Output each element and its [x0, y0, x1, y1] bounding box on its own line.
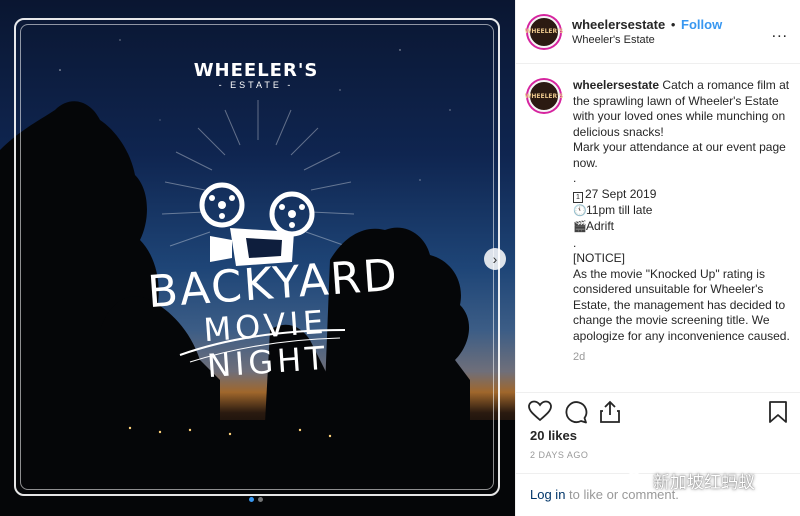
header-line: wheelersestate • Follow	[572, 17, 722, 32]
next-image-button[interactable]: ›	[484, 248, 506, 270]
separator-dot: •	[670, 17, 676, 32]
carousel-dot-active	[249, 497, 254, 502]
watermark-text: 新加坡红蚂蚁	[653, 473, 755, 492]
action-section: 20 likes 2 DAYS AGO Log in to like or co…	[516, 392, 800, 516]
comment-icon[interactable]	[564, 400, 588, 424]
caption-avatar[interactable]: WHEELER'S	[525, 80, 563, 112]
avatar-text: WHEELER'S	[524, 92, 564, 100]
calendar-icon: 1	[573, 191, 583, 203]
clock-icon: 🕚	[573, 204, 587, 217]
notice-body: As the movie "Knocked Up" rating is cons…	[573, 266, 790, 343]
brand-name: WHEELER'S	[193, 60, 319, 81]
avatar-text: WHEELER'S	[524, 28, 564, 35]
event-time-text: 11pm till late	[586, 202, 653, 217]
clapper-icon: 🎬	[573, 221, 587, 233]
post-header: WHEELER'S wheelersestate • Follow Wheele…	[516, 0, 800, 64]
event-date: 1 27 Sept 2019	[573, 187, 790, 203]
wechat-icon	[626, 471, 648, 489]
event-time: 🕚11pm till late	[573, 203, 790, 220]
caption-intro: wheelersestate Catch a romance film at t…	[573, 78, 790, 140]
caption: WHEELER'S wheelersestate Catch a romance…	[525, 78, 790, 366]
caption-dot: .	[573, 171, 577, 185]
poster-frame-inner	[20, 24, 494, 490]
more-options-icon[interactable]: ...	[772, 24, 788, 42]
header-text: wheelersestate • Follow Wheeler's Estate	[572, 17, 722, 46]
caption-age: 2d	[573, 351, 586, 363]
location-link[interactable]: Wheeler's Estate	[572, 34, 722, 46]
event-venue-text: Adrift	[586, 219, 615, 233]
notice-heading: [NOTICE]	[573, 251, 626, 265]
login-link[interactable]: Log in	[530, 487, 565, 502]
username-link[interactable]: wheelersestate	[572, 17, 665, 32]
post-sidebar: WHEELER'S wheelersestate • Follow Wheele…	[515, 0, 800, 516]
watermark: 新加坡红蚂蚁	[626, 468, 755, 493]
caption-username[interactable]: wheelersestate	[573, 78, 659, 92]
poster-title: BACKYARD MOVIE NIGHT	[146, 250, 400, 388]
bookmark-icon[interactable]	[768, 400, 788, 424]
post-date: 2 DAYS AGO	[530, 450, 589, 460]
follow-button[interactable]: Follow	[681, 17, 722, 32]
caption-body: wheelersestate Catch a romance film at t…	[573, 78, 790, 366]
post-image[interactable]: WHEELER'S - ESTATE - BACKYARD MOVIE NIGH…	[0, 0, 515, 516]
event-date-text: 27 Sept 2019	[585, 186, 657, 201]
carousel-dot	[258, 497, 263, 502]
caption-dot: .	[573, 235, 577, 250]
heart-icon[interactable]	[528, 400, 552, 422]
brand-subtitle: - ESTATE -	[218, 80, 294, 90]
carousel-dots	[249, 497, 263, 502]
event-venue: 🎬Adrift	[573, 219, 790, 236]
avatar[interactable]: WHEELER'S	[525, 15, 563, 48]
share-icon[interactable]	[599, 400, 621, 424]
poster-logo: WHEELER'S - ESTATE -	[176, 60, 336, 90]
caption-line2: Mark your attendance at our event page n…	[573, 140, 786, 170]
action-bar	[528, 398, 788, 426]
like-count[interactable]: 20 likes	[530, 428, 577, 443]
